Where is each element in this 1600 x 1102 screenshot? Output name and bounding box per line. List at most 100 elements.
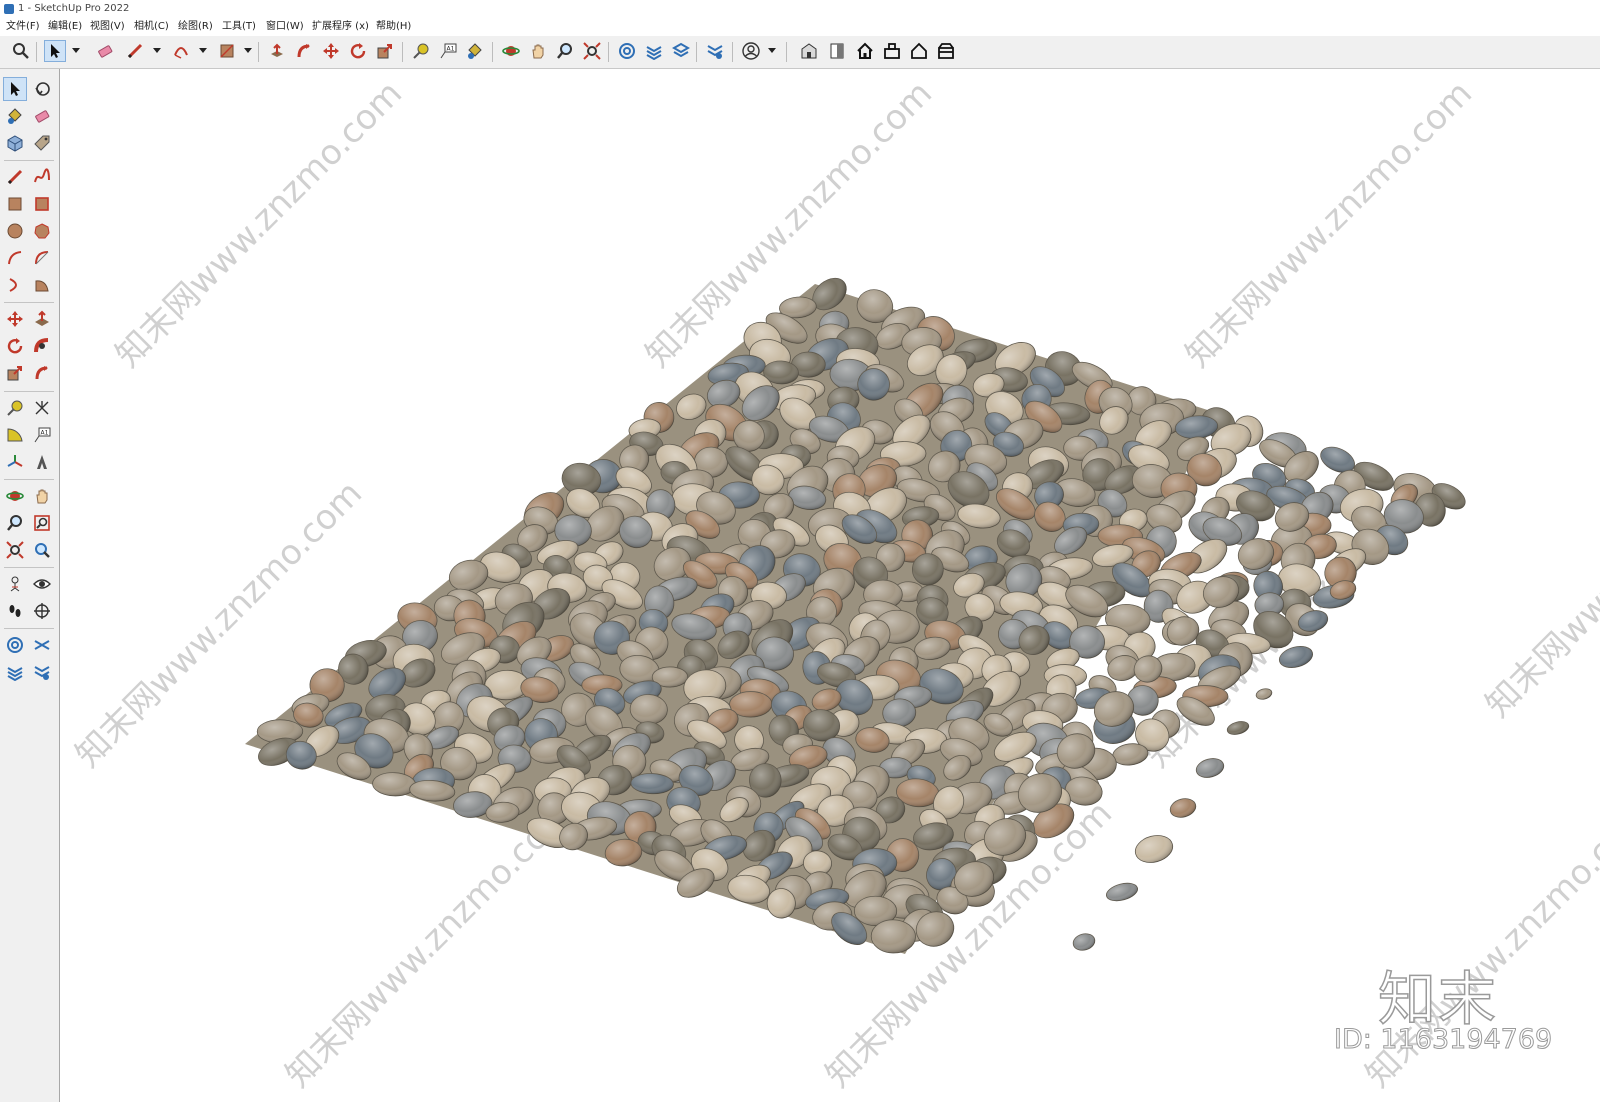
move-icon[interactable]	[320, 40, 342, 62]
offset-icon[interactable]	[30, 361, 54, 385]
push-pull-icon[interactable]	[266, 40, 288, 62]
axes-icon[interactable]	[3, 450, 27, 474]
text-icon[interactable]: A1	[30, 423, 54, 447]
toolbar-separator	[4, 567, 54, 568]
arc-icon[interactable]	[3, 246, 27, 270]
section-icon[interactable]	[935, 40, 957, 62]
circle-icon[interactable]	[3, 219, 27, 243]
menu-help[interactable]: 帮助(H)	[374, 18, 413, 36]
walk-icon[interactable]	[30, 599, 54, 623]
extension-icon[interactable]	[881, 40, 903, 62]
push-pull-icon[interactable]	[30, 307, 54, 331]
menu-tools[interactable]: 工具(T)	[220, 18, 258, 36]
look-around-icon[interactable]	[30, 572, 54, 596]
menu-window[interactable]: 窗口(W)	[264, 18, 306, 36]
zoom-icon[interactable]	[554, 40, 576, 62]
rectangle-icon[interactable]	[216, 40, 238, 62]
scale-icon[interactable]	[374, 40, 396, 62]
layers-icon[interactable]	[643, 40, 665, 62]
rectangle-dropdown-icon[interactable]	[244, 48, 252, 53]
3d-text-icon[interactable]	[30, 450, 54, 474]
tag-icon[interactable]	[30, 131, 54, 155]
orbit-icon[interactable]	[500, 40, 522, 62]
sample-pebble	[1072, 933, 1096, 951]
pencil-icon[interactable]	[124, 40, 146, 62]
settings-icon[interactable]	[704, 40, 726, 62]
select-dropdown-icon[interactable]	[72, 48, 80, 53]
previous-view-icon[interactable]	[30, 538, 54, 562]
sandbox-icon[interactable]	[616, 40, 638, 62]
stamp-icon[interactable]	[30, 633, 54, 657]
arc-dropdown-icon[interactable]	[199, 48, 207, 53]
orbit-icon[interactable]	[30, 77, 54, 101]
menu-draw[interactable]: 绘图(R)	[176, 18, 215, 36]
arc-icon[interactable]	[170, 40, 192, 62]
menu-edit[interactable]: 编辑(E)	[46, 18, 84, 36]
text-icon[interactable]: A1	[437, 40, 459, 62]
toolbar-separator	[492, 42, 493, 62]
paint-bucket-icon[interactable]	[464, 40, 486, 62]
orbit-icon-2[interactable]	[3, 484, 27, 508]
pie-icon[interactable]	[30, 273, 54, 297]
protractor-icon[interactable]	[3, 423, 27, 447]
user-icon[interactable]	[740, 40, 762, 62]
follow-me-icon[interactable]	[30, 334, 54, 358]
select-icon[interactable]	[3, 77, 27, 101]
pebble-bed	[256, 277, 1466, 954]
warehouse-icon[interactable]	[798, 40, 820, 62]
freehand-icon[interactable]	[30, 165, 54, 189]
zoom-extents-icon[interactable]	[581, 40, 603, 62]
components-icon[interactable]	[826, 40, 848, 62]
zoom-extents-icon[interactable]	[3, 538, 27, 562]
watermark-text: 知末网www.znzmo.com	[108, 73, 410, 375]
eraser-icon[interactable]	[94, 40, 116, 62]
toolbar-separator	[4, 628, 54, 629]
menu-view[interactable]: 视图(V)	[88, 18, 127, 36]
2-point-arc-icon[interactable]	[30, 246, 54, 270]
add-detail-icon[interactable]	[30, 660, 54, 684]
select-icon[interactable]	[44, 40, 66, 62]
footprints-icon[interactable]	[3, 599, 27, 623]
toolbar-separator	[402, 42, 403, 62]
tape-measure-icon[interactable]	[3, 396, 27, 420]
menu-camera[interactable]: 相机(C)	[132, 18, 171, 36]
house-icon[interactable]	[908, 40, 930, 62]
model-viewport[interactable]: 知末网www.znzmo.com 知末网www.znzmo.com 知末网www.z…	[60, 69, 1600, 1102]
sandbox-smoove-icon[interactable]	[3, 633, 27, 657]
drape-icon[interactable]	[3, 660, 27, 684]
sketchup-logo-icon	[4, 4, 14, 14]
scale-icon[interactable]	[3, 361, 27, 385]
pencil-icon[interactable]	[3, 165, 27, 189]
toolbar-separator	[36, 42, 37, 62]
model-id-label: ID: 1163194769	[1333, 1024, 1553, 1056]
rectangle-icon[interactable]	[3, 192, 27, 216]
move-icon[interactable]	[3, 307, 27, 331]
rotated-rectangle-icon[interactable]	[30, 192, 54, 216]
pencil-dropdown-icon[interactable]	[153, 48, 161, 53]
zoom-window-icon[interactable]	[30, 511, 54, 535]
tape-measure-icon[interactable]	[410, 40, 432, 62]
title-bar: 1 - SketchUp Pro 2022	[0, 0, 1600, 18]
zoom-icon[interactable]	[3, 511, 27, 535]
pan-icon[interactable]	[527, 40, 549, 62]
follow-me-icon[interactable]	[293, 40, 315, 62]
rotate-icon[interactable]	[347, 40, 369, 62]
rotate-icon[interactable]	[3, 334, 27, 358]
menu-file[interactable]: 文件(F)	[4, 18, 42, 36]
svg-text:A1: A1	[41, 430, 49, 437]
eraser-icon[interactable]	[30, 104, 54, 128]
toolbar-separator	[786, 42, 787, 62]
watermark-text: 知末网www.znzmo.com	[1178, 73, 1480, 375]
3-point-arc-icon[interactable]	[3, 273, 27, 297]
pan-icon[interactable]	[30, 484, 54, 508]
user-dropdown-icon[interactable]	[768, 48, 776, 53]
dimension-icon[interactable]	[30, 396, 54, 420]
tags-icon[interactable]	[670, 40, 692, 62]
position-camera-icon[interactable]	[3, 572, 27, 596]
polygon-icon[interactable]	[30, 219, 54, 243]
menu-extensions[interactable]: 扩展程序 (x)	[310, 18, 371, 36]
search-icon[interactable]	[10, 40, 32, 62]
home-icon[interactable]	[854, 40, 876, 62]
paint-bucket-icon[interactable]	[3, 104, 27, 128]
components-icon[interactable]	[3, 131, 27, 155]
